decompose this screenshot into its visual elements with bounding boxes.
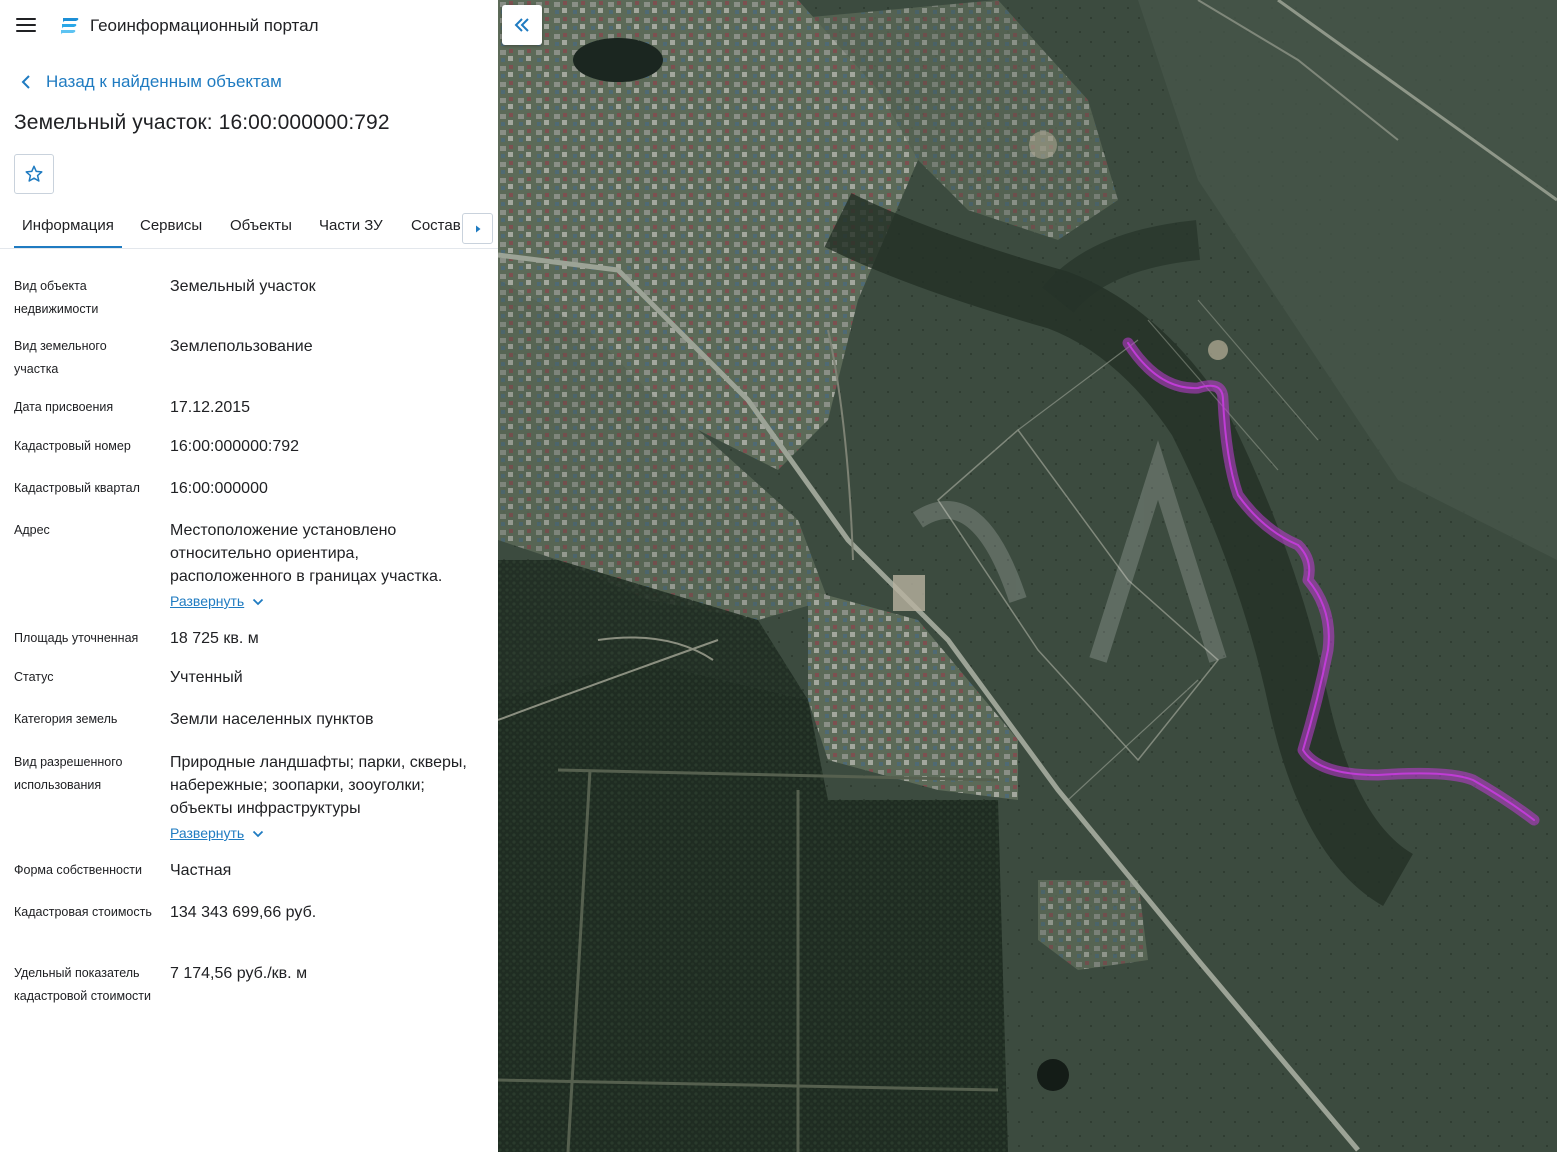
chevron-down-icon (253, 598, 264, 605)
info-value: Учтенный (170, 669, 243, 686)
info-label: Категория земель (14, 712, 118, 726)
double-chevron-left-icon (514, 18, 529, 32)
address-block: Местоположение установлено относительно … (170, 519, 480, 613)
info-value: Местоположение установлено относительно … (170, 522, 443, 585)
expand-label: Развернуть (170, 825, 245, 841)
tab-services[interactable]: Сервисы (140, 217, 202, 234)
info-value: 7 174,56 руб./кв. м (170, 965, 308, 982)
info-label: Адрес (14, 523, 50, 537)
info-value: 17.12.2015 (170, 399, 251, 416)
chevron-left-icon (21, 75, 30, 89)
info-value: 16:00:000000 (170, 480, 268, 497)
expand-address-link[interactable]: Развернуть (170, 590, 264, 613)
back-link-label: Назад к найденным объектам (46, 72, 282, 91)
expand-permitted-use-link[interactable]: Развернуть (170, 822, 264, 845)
info-label: Кадастровый квартал (14, 481, 140, 495)
info-value: Земельный участок (170, 278, 316, 295)
portal-logo-icon (61, 18, 79, 35)
page-title: Земельный участок: 16:00:000000:792 (14, 111, 390, 134)
caret-right-icon (475, 225, 480, 232)
info-label: Форма собственности (14, 863, 142, 877)
map-canvas[interactable] (498, 0, 1557, 1152)
tab-composition[interactable]: Состав (411, 217, 461, 234)
favorite-button[interactable] (14, 154, 54, 194)
collapse-panel-button[interactable] (502, 5, 542, 45)
info-value: 134 343 699,66 руб. (170, 904, 317, 921)
info-label: Дата присвоения (14, 400, 114, 414)
info-label: Площадь уточненная (14, 631, 139, 645)
satellite-map[interactable] (498, 0, 1557, 1152)
info-value: Частная (170, 862, 232, 879)
info-label: Вид объекта недвижимости (14, 279, 99, 316)
info-value: Земли населенных пунктов (170, 711, 374, 728)
info-label: Кадастровая стоимость (14, 905, 152, 919)
back-to-results-link[interactable]: Назад к найденным объектам (14, 70, 282, 94)
info-label: Удельный показатель кадастровой стоимост… (14, 966, 151, 1003)
info-label: Кадастровый номер (14, 439, 131, 453)
permitted-use-block: Природные ландшафты; парки, скверы, набе… (170, 751, 480, 845)
info-label: Вид земельного участка (14, 339, 107, 376)
info-label: Вид разрешенного использования (14, 755, 123, 792)
info-panel: Геоинформационный портал Назад к найденн… (0, 0, 498, 1152)
portal-title: Геоинформационный портал (90, 16, 319, 35)
star-icon (25, 165, 43, 182)
tab-objects[interactable]: Объекты (230, 217, 292, 234)
info-label: Статус (14, 670, 54, 684)
tabs-scroll-right-button[interactable] (462, 213, 493, 244)
chevron-down-icon (253, 830, 264, 837)
menu-icon[interactable] (14, 15, 38, 37)
info-value: 16:00:000000:792 (170, 438, 300, 455)
top-bar: Геоинформационный портал (0, 0, 498, 52)
info-value: 18 725 кв. м (170, 630, 259, 647)
info-value: Землепользование (170, 338, 313, 355)
expand-label: Развернуть (170, 593, 245, 609)
info-value: Природные ландшафты; парки, скверы, набе… (170, 754, 467, 817)
tab-information[interactable]: Информация (14, 217, 122, 248)
tab-parcel-parts[interactable]: Части ЗУ (319, 217, 383, 234)
tab-bar: Информация Сервисы Объекты Части ЗУ Сост… (0, 205, 498, 249)
